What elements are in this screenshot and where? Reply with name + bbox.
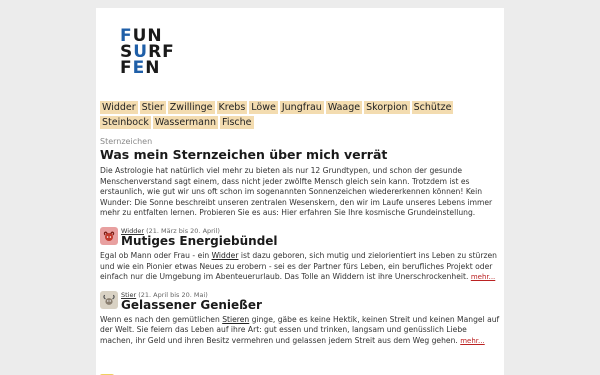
nav-sign-waage[interactable]: Waage xyxy=(325,101,363,114)
zodiac-nav: Widder Stier Zwillinge Krebs Löwe Jungfr… xyxy=(100,101,502,129)
nav-sign-widder[interactable]: Widder xyxy=(100,101,138,114)
nav-sign-krebs[interactable]: Krebs xyxy=(216,101,248,114)
article-intro: Die Astrologie hat natürlich viel mehr z… xyxy=(100,166,493,218)
nav-sign-loewe[interactable]: Löwe xyxy=(249,101,278,114)
funsurfen-logo[interactable]: FUN SURF FEN xyxy=(120,28,174,78)
sign-entry-widder: Widder (21. März bis 20. April) Mutiges … xyxy=(100,226,500,283)
article-kicker: Sternzeichen xyxy=(100,137,153,146)
nav-sign-stier[interactable]: Stier xyxy=(139,101,166,114)
entry-title: Gelassener Genießer xyxy=(121,297,262,312)
nav-sign-skorpion[interactable]: Skorpion xyxy=(364,101,410,114)
nav-sign-wassermann[interactable]: Wassermann xyxy=(152,116,219,129)
entry-text-before: Egal ob Mann oder Frau - ein xyxy=(100,250,212,260)
sign-entry-stier: Stier (21. April bis 20. Mai) Gelassener… xyxy=(100,290,500,347)
ram-icon[interactable] xyxy=(100,226,118,245)
page-title: Was mein Sternzeichen über mich verrät xyxy=(100,147,388,162)
entry-text: Egal ob Mann oder Frau - ein Widder ist … xyxy=(100,251,500,283)
nav-sign-fische[interactable]: Fische xyxy=(220,116,254,129)
nav-sign-schuetze[interactable]: Schütze xyxy=(411,101,454,114)
entry-inline-link[interactable]: Widder xyxy=(212,251,239,260)
nav-sign-zwillinge[interactable]: Zwillinge xyxy=(167,101,215,114)
entry-heading: Widder (21. März bis 20. April) Mutiges … xyxy=(121,227,278,248)
read-more-link[interactable]: mehr... xyxy=(460,337,484,345)
nav-sign-jungfrau[interactable]: Jungfrau xyxy=(279,101,324,114)
logo-line-3: FEN xyxy=(120,58,161,78)
main-content: Sternzeichen Was mein Sternzeichen über … xyxy=(100,137,500,347)
entry-text-before: Wenn es nach den gemütlichen xyxy=(100,314,223,324)
entry-heading: Stier (21. April bis 20. Mai) Gelassener… xyxy=(121,291,262,312)
entry-header: Widder (21. März bis 20. April) Mutiges … xyxy=(100,226,500,248)
read-more-link[interactable]: mehr... xyxy=(471,273,495,281)
entry-inline-link[interactable]: Stieren xyxy=(222,315,249,324)
entry-header: Stier (21. April bis 20. Mai) Gelassener… xyxy=(100,290,500,312)
entry-title: Mutiges Energiebündel xyxy=(121,233,278,248)
nav-sign-steinbock[interactable]: Steinbock xyxy=(100,116,151,129)
entry-text: Wenn es nach den gemütlichen Stieren gin… xyxy=(100,315,500,347)
bull-icon[interactable] xyxy=(100,290,118,309)
page: FUN SURF FEN Widder Stier Zwillinge Kreb… xyxy=(96,8,504,375)
